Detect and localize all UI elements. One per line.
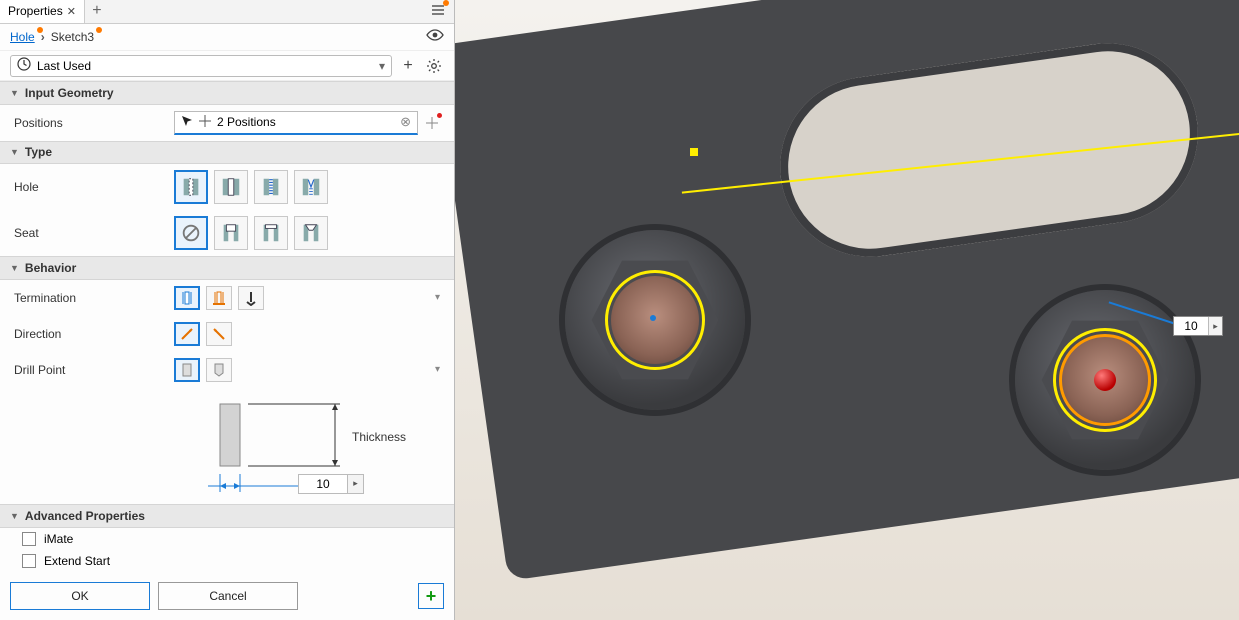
collapse-icon: ▼	[10, 88, 19, 98]
row-drill-point: Drill Point ▾	[0, 352, 454, 388]
collapse-icon: ▼	[10, 511, 19, 521]
breadcrumb-root-link[interactable]: Hole	[10, 30, 35, 44]
sketch-point-marker	[690, 148, 698, 156]
direction-default[interactable]	[174, 322, 200, 346]
add-preset-button[interactable]: +	[398, 56, 418, 76]
diameter-spinner[interactable]: ▸	[348, 474, 364, 494]
cancel-button[interactable]: Cancel	[158, 582, 298, 610]
thickness-label: Thickness	[352, 430, 406, 444]
breadcrumb-root-label: Hole	[10, 30, 35, 44]
apply-plus-button[interactable]: +	[418, 583, 444, 609]
row-direction: Direction	[0, 316, 454, 352]
drillpoint-flat[interactable]	[174, 358, 200, 382]
viewport-dimension-input: ▸	[1173, 316, 1223, 336]
termination-to[interactable]	[238, 286, 264, 310]
preset-select[interactable]: Last Used	[10, 55, 392, 77]
extend-start-checkbox[interactable]	[22, 554, 36, 568]
3d-viewport[interactable]: ▸	[455, 0, 1239, 620]
section-input-geometry[interactable]: ▼ Input Geometry	[0, 81, 454, 105]
seat-label: Seat	[14, 226, 164, 240]
breadcrumb-current-label: Sketch3	[51, 30, 94, 44]
hole-type-taper[interactable]	[294, 170, 328, 204]
tab-properties[interactable]: Properties ✕	[0, 0, 85, 23]
chevron-down-icon[interactable]: ▾	[435, 292, 440, 303]
cancel-label: Cancel	[209, 589, 246, 603]
add-position-icon[interactable]	[424, 115, 440, 131]
positions-value: 2 Positions	[217, 115, 276, 129]
chevron-down-icon	[379, 59, 385, 73]
termination-distance[interactable]	[174, 286, 200, 310]
direction-flip[interactable]	[206, 322, 232, 346]
active-point-handle[interactable]	[1094, 369, 1116, 391]
chevron-down-icon[interactable]: ▾	[435, 364, 440, 375]
panel-tabbar: Properties ✕ +	[0, 0, 454, 24]
drillpoint-angle[interactable]	[206, 358, 232, 382]
seat-countersink[interactable]	[294, 216, 328, 250]
section-label: Advanced Properties	[25, 509, 145, 523]
panel-menu-icon[interactable]	[430, 2, 446, 21]
collapse-icon: ▼	[10, 263, 19, 273]
seat-counterbore[interactable]	[214, 216, 248, 250]
hole-boss-left[interactable]	[565, 230, 745, 410]
clear-icon[interactable]: ⊗	[400, 114, 411, 130]
hole-boss-right[interactable]	[1015, 290, 1195, 470]
clock-icon	[17, 57, 31, 74]
preset-row: Last Used +	[0, 51, 454, 81]
hole-diagram: Thickness ▸	[0, 392, 454, 500]
close-icon[interactable]: ✕	[67, 5, 76, 18]
tab-label: Properties	[8, 4, 63, 18]
imate-label: iMate	[44, 532, 73, 546]
cursor-icon	[181, 115, 193, 130]
positions-label: Positions	[14, 116, 164, 130]
hole-type-tapped[interactable]	[254, 170, 288, 204]
diameter-input[interactable]	[298, 474, 348, 494]
row-positions: Positions 2 Positions ⊗	[0, 105, 454, 141]
add-tab-button[interactable]: +	[85, 0, 109, 23]
row-hole-type: Hole	[0, 164, 454, 210]
viewport-dim-spinner[interactable]: ▸	[1208, 317, 1222, 335]
diameter-input-group: ▸	[298, 474, 364, 494]
section-label: Behavior	[25, 261, 76, 275]
row-extend-start: Extend Start	[0, 550, 454, 572]
ok-label: OK	[71, 589, 88, 603]
hole-type-clearance[interactable]	[214, 170, 248, 204]
visibility-icon[interactable]	[426, 26, 444, 47]
termination-through[interactable]	[206, 286, 232, 310]
panel-footer: OK Cancel +	[0, 572, 454, 620]
viewport-dim-field[interactable]	[1174, 317, 1208, 335]
section-type[interactable]: ▼ Type	[0, 141, 454, 165]
seat-none[interactable]	[174, 216, 208, 250]
breadcrumb-current: Sketch3	[51, 30, 94, 44]
breadcrumb: Hole › Sketch3	[0, 24, 454, 52]
drillpoint-label: Drill Point	[14, 363, 164, 377]
row-imate: iMate	[0, 528, 454, 550]
center-point-icon	[650, 315, 656, 321]
direction-label: Direction	[14, 327, 164, 341]
section-label: Input Geometry	[25, 86, 114, 100]
section-label: Type	[25, 145, 52, 159]
row-termination: Termination ▾	[0, 280, 454, 316]
preset-value: Last Used	[37, 59, 91, 73]
settings-icon[interactable]	[424, 56, 444, 76]
ok-button[interactable]: OK	[10, 582, 150, 610]
imate-checkbox[interactable]	[22, 532, 36, 546]
termination-label: Termination	[14, 291, 164, 305]
hole-type-simple[interactable]	[174, 170, 208, 204]
row-seat-type: Seat	[0, 210, 454, 256]
hole-label: Hole	[14, 180, 164, 194]
seat-spotface[interactable]	[254, 216, 288, 250]
properties-panel: Properties ✕ + Hole › Sketch3 Last Used	[0, 0, 455, 620]
crosshair-icon	[199, 115, 211, 130]
extend-start-label: Extend Start	[44, 554, 110, 568]
positions-field[interactable]: 2 Positions ⊗	[174, 111, 418, 135]
collapse-icon: ▼	[10, 147, 19, 157]
section-advanced[interactable]: ▼ Advanced Properties	[0, 504, 454, 528]
section-behavior[interactable]: ▼ Behavior	[0, 256, 454, 280]
